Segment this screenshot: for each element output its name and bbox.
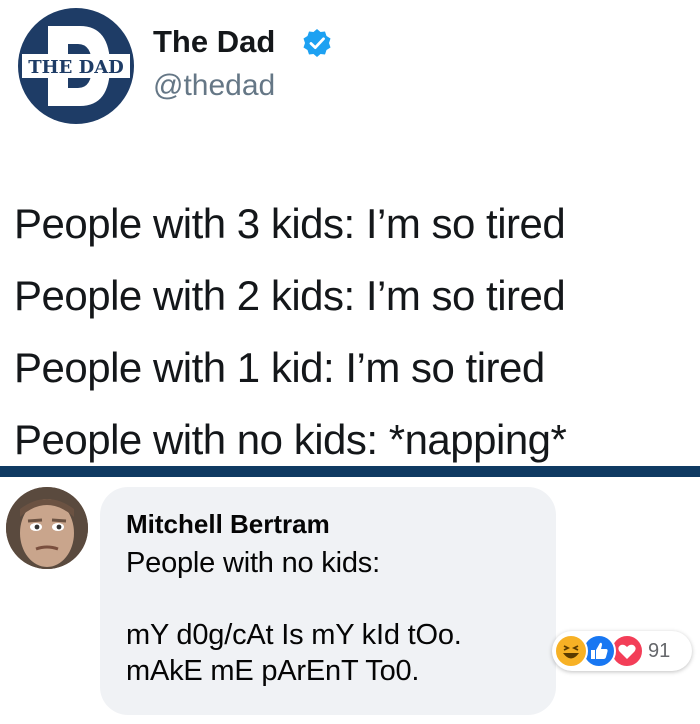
section-divider [0, 466, 700, 477]
commenter-avatar[interactable] [6, 487, 88, 569]
avatar-image [6, 487, 88, 569]
tweet-author-handle[interactable]: @thedad [153, 68, 275, 104]
commenter-name[interactable]: Mitchell Bertram [126, 509, 330, 540]
comment-text: People with no kids: mY d0g/cAt Is mY kI… [126, 547, 462, 687]
tweet-line: People with 1 kid: I’m so tired [14, 344, 545, 391]
tweet-body: People with 3 kids: I’m so tired People … [14, 188, 694, 476]
comment: Mitchell Bertram People with no kids: mY… [0, 477, 700, 724]
logo-graphic: THE DAD [22, 26, 130, 106]
tweet-card: THE DAD The Dad @thedad People with 3 ki… [0, 0, 700, 466]
tweet-author-name[interactable]: The Dad [153, 24, 275, 60]
verified-badge-icon [303, 29, 331, 57]
the-dad-logo[interactable]: THE DAD [18, 8, 134, 124]
reactions-summary[interactable]: 91 [552, 631, 692, 671]
logo-text: THE DAD [28, 57, 124, 78]
tweet-line: People with 3 kids: I’m so tired [14, 200, 566, 247]
comment-bubble: Mitchell Bertram People with no kids: mY… [100, 487, 556, 715]
tweet-line: People with 2 kids: I’m so tired [14, 272, 566, 319]
haha-icon [554, 634, 588, 668]
reaction-count: 91 [648, 640, 671, 662]
